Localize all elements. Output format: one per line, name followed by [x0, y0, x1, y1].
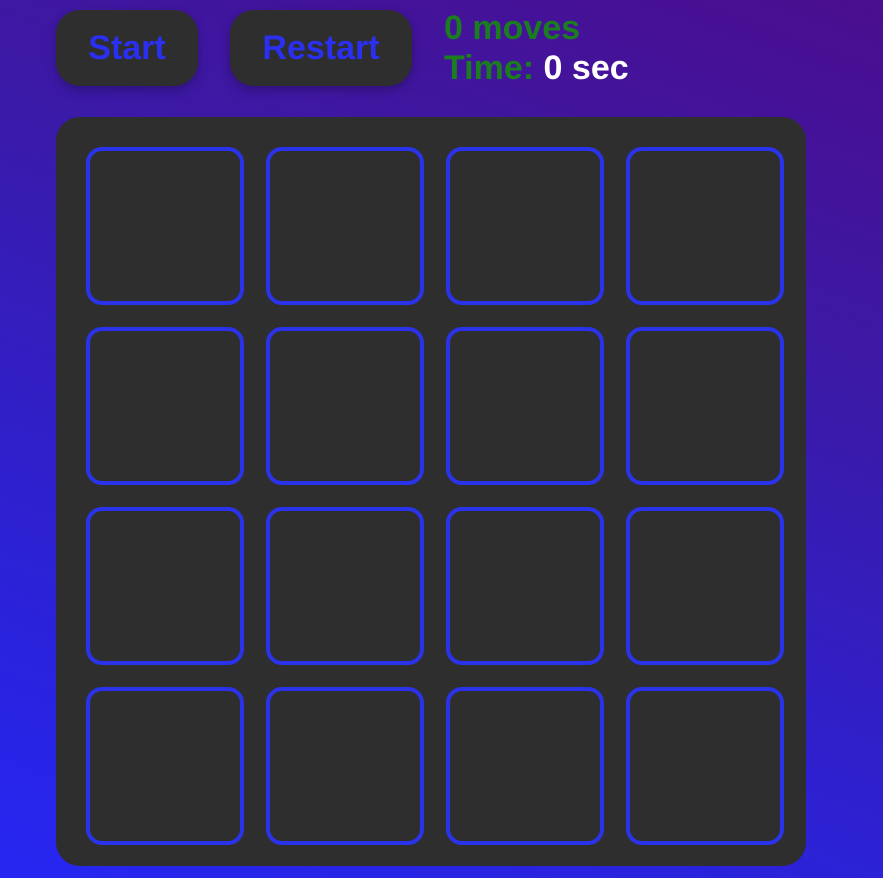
card-14[interactable]: [266, 687, 424, 845]
card-2[interactable]: [266, 147, 424, 305]
card-11[interactable]: [446, 507, 604, 665]
game-stats: 0 moves Time: 0 sec: [444, 8, 629, 88]
card-16[interactable]: [626, 687, 784, 845]
card-10[interactable]: [266, 507, 424, 665]
game-board: [56, 117, 806, 866]
card-9[interactable]: [86, 507, 244, 665]
moves-counter: 0 moves: [444, 8, 629, 48]
timer: Time: 0 sec: [444, 48, 629, 88]
time-label: Time:: [444, 49, 535, 87]
start-button[interactable]: Start: [56, 10, 198, 86]
time-unit: sec: [571, 49, 629, 87]
moves-value: 0: [444, 9, 463, 47]
card-7[interactable]: [446, 327, 604, 485]
moves-label: moves: [472, 9, 581, 47]
restart-button[interactable]: Restart: [230, 10, 412, 86]
card-3[interactable]: [446, 147, 604, 305]
card-8[interactable]: [626, 327, 784, 485]
time-value: 0: [543, 49, 563, 87]
card-4[interactable]: [626, 147, 784, 305]
game-controls: Start Restart 0 moves Time: 0 sec: [56, 8, 629, 88]
card-5[interactable]: [86, 327, 244, 485]
card-1[interactable]: [86, 147, 244, 305]
card-15[interactable]: [446, 687, 604, 845]
card-13[interactable]: [86, 687, 244, 845]
card-12[interactable]: [626, 507, 784, 665]
card-6[interactable]: [266, 327, 424, 485]
